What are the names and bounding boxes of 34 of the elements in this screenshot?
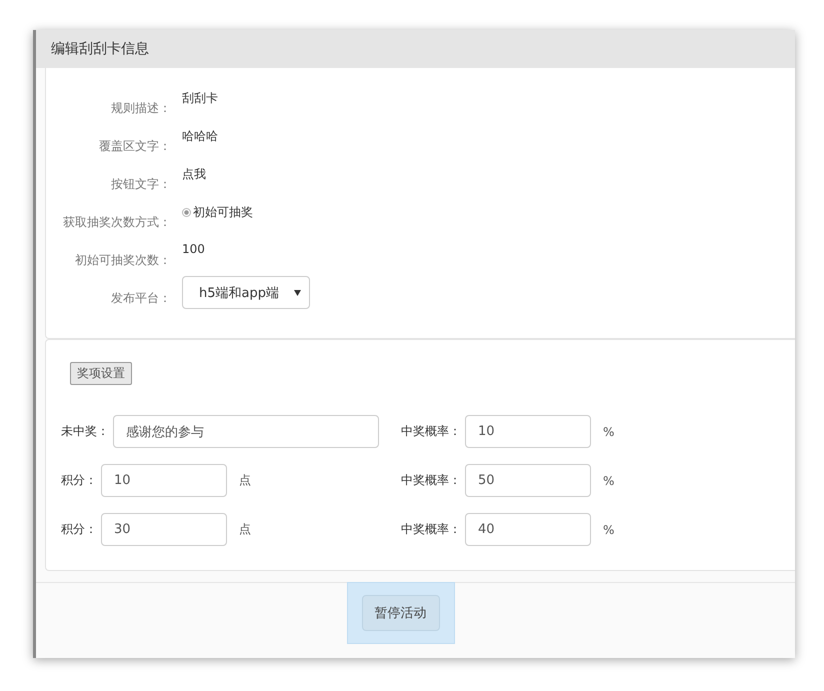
field-label: 覆盖区文字： <box>98 138 171 155</box>
unit-label: 点 <box>239 521 251 538</box>
dialog-title: 编辑刮刮卡信息 <box>51 40 149 58</box>
radio-button[interactable] <box>182 208 191 217</box>
prize-input[interactable]: 30 <box>101 513 227 546</box>
prize-input[interactable]: 10 <box>101 464 227 497</box>
field-label: 初始可抽奖次数： <box>74 252 171 269</box>
rate-input[interactable]: 40 <box>465 513 591 546</box>
field-value: 100 <box>182 242 205 256</box>
percent-label: % <box>603 522 614 536</box>
prize-settings-button[interactable]: 奖项设置 <box>70 362 132 385</box>
field-label: 按钮文字： <box>110 176 171 193</box>
percent-label: % <box>603 474 614 488</box>
rate-label: 中奖概率： <box>401 472 461 489</box>
pause-button[interactable]: 暂停活动 <box>362 595 440 631</box>
prize-label: 积分： <box>61 472 97 489</box>
prize-label: 未中奖： <box>61 423 109 440</box>
radio-label[interactable]: 初始可抽奖 <box>193 204 253 221</box>
field-value: 哈哈哈 <box>182 128 218 145</box>
caret-icon <box>294 290 301 296</box>
unit-label: 点 <box>239 472 251 489</box>
percent-label: % <box>603 424 614 438</box>
field-value: 刮刮卡 <box>182 90 218 107</box>
rate-input[interactable]: 10 <box>465 415 591 448</box>
platform-dropdown[interactable]: h5端和app端 <box>182 276 310 309</box>
rate-label: 中奖概率： <box>401 521 461 538</box>
field-label: 获取抽奖次数方式： <box>62 214 171 231</box>
rate-input[interactable]: 50 <box>465 464 591 497</box>
prize-input[interactable]: 感谢您的参与 <box>113 415 379 448</box>
field-value: 点我 <box>182 166 206 183</box>
field-label: 规则描述： <box>110 100 171 117</box>
field-label: 发布平台： <box>110 290 171 307</box>
prize-label: 积分： <box>61 521 97 538</box>
rate-label: 中奖概率： <box>401 423 461 440</box>
